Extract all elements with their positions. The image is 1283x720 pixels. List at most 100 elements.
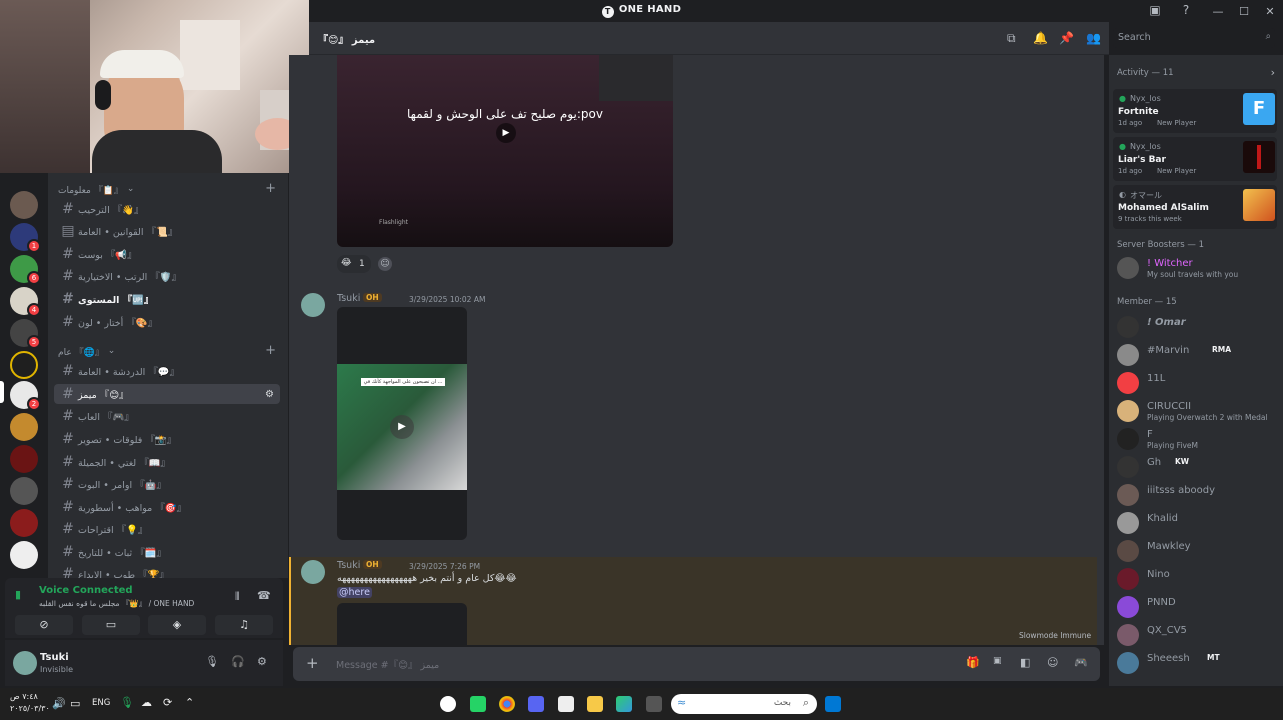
member-item[interactable]: F Playing FiveM xyxy=(1117,427,1283,453)
server-icon[interactable]: 1 xyxy=(10,223,41,253)
voice-status[interactable]: Voice Connected xyxy=(39,585,133,596)
category-general[interactable]: عام 『🌐』 ⌄ xyxy=(58,343,115,359)
soundboard-button[interactable]: ♫ xyxy=(215,615,273,635)
gift-icon[interactable]: 🎁 xyxy=(966,656,980,669)
taskbar-search[interactable]: ≈ بحث ⌕ xyxy=(671,694,817,714)
member-item[interactable]: 11L xyxy=(1117,371,1283,397)
channel-settings-icon[interactable]: ⚙ xyxy=(265,389,274,400)
channel-item[interactable]: # الترحيب 『👋』 xyxy=(54,199,280,219)
file-explorer-icon[interactable] xyxy=(587,696,603,712)
message-author[interactable]: Tsuki xyxy=(337,293,360,304)
avatar[interactable] xyxy=(301,293,325,317)
headphones-icon[interactable]: 🎧 xyxy=(231,655,245,668)
noise-suppression-icon[interactable]: ⫴ xyxy=(235,590,240,604)
category-info[interactable]: معلومات 『📋』 ⌄ xyxy=(58,181,134,197)
whatsapp-icon[interactable] xyxy=(470,696,486,712)
apps-icon[interactable]: 🎮 xyxy=(1074,656,1088,669)
bell-icon[interactable]: 🔔 xyxy=(1033,31,1048,45)
volume-icon[interactable]: 🔊 xyxy=(52,697,66,710)
tray-app-icon[interactable] xyxy=(440,696,456,712)
member-item[interactable]: ! Witcher My soul travels with you xyxy=(1117,256,1283,282)
message-input[interactable]: + Message #『😊』 ميمز 🎁 ▣ ◧ ☺ 🎮 xyxy=(293,647,1100,681)
clock-date[interactable]: ٢٠٢٥/٠٣/٣٠ xyxy=(10,704,50,713)
channel-item[interactable]: # مواهب • أسطورية 『🎯』 xyxy=(54,497,280,517)
gif-icon[interactable]: ▣ xyxy=(993,656,1002,666)
activity-card[interactable]: ● Nyx_los Fortnite 1d ago New Player F xyxy=(1113,89,1277,133)
settings-icon[interactable]: ⚙ xyxy=(257,655,267,668)
member-item[interactable]: Khalid xyxy=(1117,511,1283,537)
microphone-icon[interactable]: 🎙 xyxy=(205,655,219,668)
channel-item[interactable]: # لغتي • الجميلة 『📖』 xyxy=(54,452,280,472)
channel-item-active[interactable]: # ميمز 『😊』 ⚙ xyxy=(54,384,280,404)
members-icon[interactable]: 👥 xyxy=(1086,31,1101,45)
help-icon[interactable]: ? xyxy=(1179,3,1193,17)
channel-item[interactable]: # ثبات • للتاريخ 『🗓️』 xyxy=(54,542,280,562)
member-item[interactable]: #Marvin RMA xyxy=(1117,343,1283,369)
server-icon[interactable] xyxy=(10,351,38,379)
server-icon-active[interactable]: 2 xyxy=(10,381,41,411)
member-item[interactable]: Mawkley xyxy=(1117,539,1283,565)
pin-icon[interactable]: 📌 xyxy=(1059,31,1074,45)
screen-share-button[interactable]: ▭ xyxy=(82,615,140,635)
clock-time[interactable]: ٧:٤٨ ص xyxy=(10,692,38,701)
inbox-icon[interactable]: ▣ xyxy=(1148,3,1162,17)
video-embed[interactable]: يوم صليح تف على الوحش و لقمها:pov ▶ Flas… xyxy=(337,55,673,247)
task-view-icon[interactable] xyxy=(646,696,662,712)
add-attachment-icon[interactable]: + xyxy=(306,654,319,672)
channel-item[interactable]: # بوست 『📢』 xyxy=(54,244,280,264)
avatar[interactable] xyxy=(301,560,325,584)
channel-item[interactable]: # فلوقات • تصوير 『📸』 xyxy=(54,429,280,449)
server-icon[interactable] xyxy=(10,477,38,505)
play-icon[interactable]: ▶ xyxy=(390,415,414,439)
threads-icon[interactable]: ⧉ xyxy=(1007,31,1016,46)
server-icon[interactable] xyxy=(10,413,38,441)
camera-off-button[interactable]: ⊘ xyxy=(15,615,73,635)
store-icon[interactable] xyxy=(616,696,632,712)
server-icon[interactable] xyxy=(10,445,38,473)
channel-item[interactable]: # العاب 『🎮』 xyxy=(54,406,280,426)
avatar[interactable] xyxy=(13,651,37,675)
member-item[interactable]: QX_CV5 xyxy=(1117,623,1283,649)
message-author[interactable]: Tsuki xyxy=(337,560,360,571)
tray-app-icon[interactable]: ⟳ xyxy=(163,696,172,709)
server-icon[interactable] xyxy=(10,541,38,569)
member-item[interactable]: PNND xyxy=(1117,595,1283,621)
member-item[interactable]: Sheeesh MT xyxy=(1117,651,1283,677)
video-embed[interactable] xyxy=(337,603,467,645)
server-icon[interactable]: 5 xyxy=(10,319,41,349)
add-channel-icon[interactable]: + xyxy=(265,181,276,196)
member-item[interactable]: Nino xyxy=(1117,567,1283,593)
activity-card[interactable]: ● Nyx_los Liar's Bar 1d ago New Player xyxy=(1113,137,1277,181)
server-icon[interactable] xyxy=(10,509,38,537)
notes-icon[interactable] xyxy=(558,696,574,712)
member-item[interactable]: CIRUCCII Playing Overwatch 2 with Medal xyxy=(1117,399,1283,425)
server-icon[interactable]: 6 xyxy=(10,255,41,285)
microphone-tray-icon[interactable]: 🎙 xyxy=(120,696,134,709)
close-button[interactable]: ✕ xyxy=(1257,5,1283,18)
cloud-icon[interactable]: ☁ xyxy=(141,696,152,709)
voice-location[interactable]: مجلس ما قوه نفس القلبه 『👑』 / ONE HAND xyxy=(39,598,194,609)
channel-item[interactable]: # طوب • الابداع 『🏆』 xyxy=(54,564,280,578)
activity-card[interactable]: ◐ オマール Mohamed AlSalim 9 tracks this wee… xyxy=(1113,185,1277,229)
add-reaction-icon[interactable]: ☺ xyxy=(378,257,392,271)
language-indicator[interactable]: ENG xyxy=(92,698,110,708)
sticker-icon[interactable]: ◧ xyxy=(1020,656,1030,669)
channel-item[interactable]: # الدردشة • العامة 『💬』 xyxy=(54,361,280,381)
discord-icon[interactable] xyxy=(528,696,544,712)
member-item[interactable]: ! Omar xyxy=(1117,315,1283,341)
windows-start-icon[interactable] xyxy=(825,696,841,712)
channel-item[interactable]: ▤ القوانين • العامة 『📜』 xyxy=(54,221,280,241)
member-item[interactable]: Gh KW xyxy=(1117,455,1283,481)
video-embed[interactable]: ان تصبحون على المواجهة كأنك في ... ▶ xyxy=(337,307,467,540)
search-input[interactable]: Search ⌕ xyxy=(1113,28,1275,48)
disconnect-icon[interactable]: ☎ xyxy=(257,589,271,602)
channel-item[interactable]: # المستوى 『🆙』 xyxy=(54,289,280,309)
chevron-up-icon[interactable]: ⌃ xyxy=(185,696,194,709)
add-channel-icon[interactable]: + xyxy=(265,343,276,358)
username[interactable]: Tsuki xyxy=(40,652,69,663)
member-item[interactable]: iiitsss aboody xyxy=(1117,483,1283,509)
channel-item[interactable]: # أختار • لون 『🎨』 xyxy=(54,312,280,332)
server-icon[interactable]: 4 xyxy=(10,287,41,317)
activity-button[interactable]: ◈ xyxy=(148,615,206,635)
chevron-right-icon[interactable]: › xyxy=(1271,66,1275,79)
